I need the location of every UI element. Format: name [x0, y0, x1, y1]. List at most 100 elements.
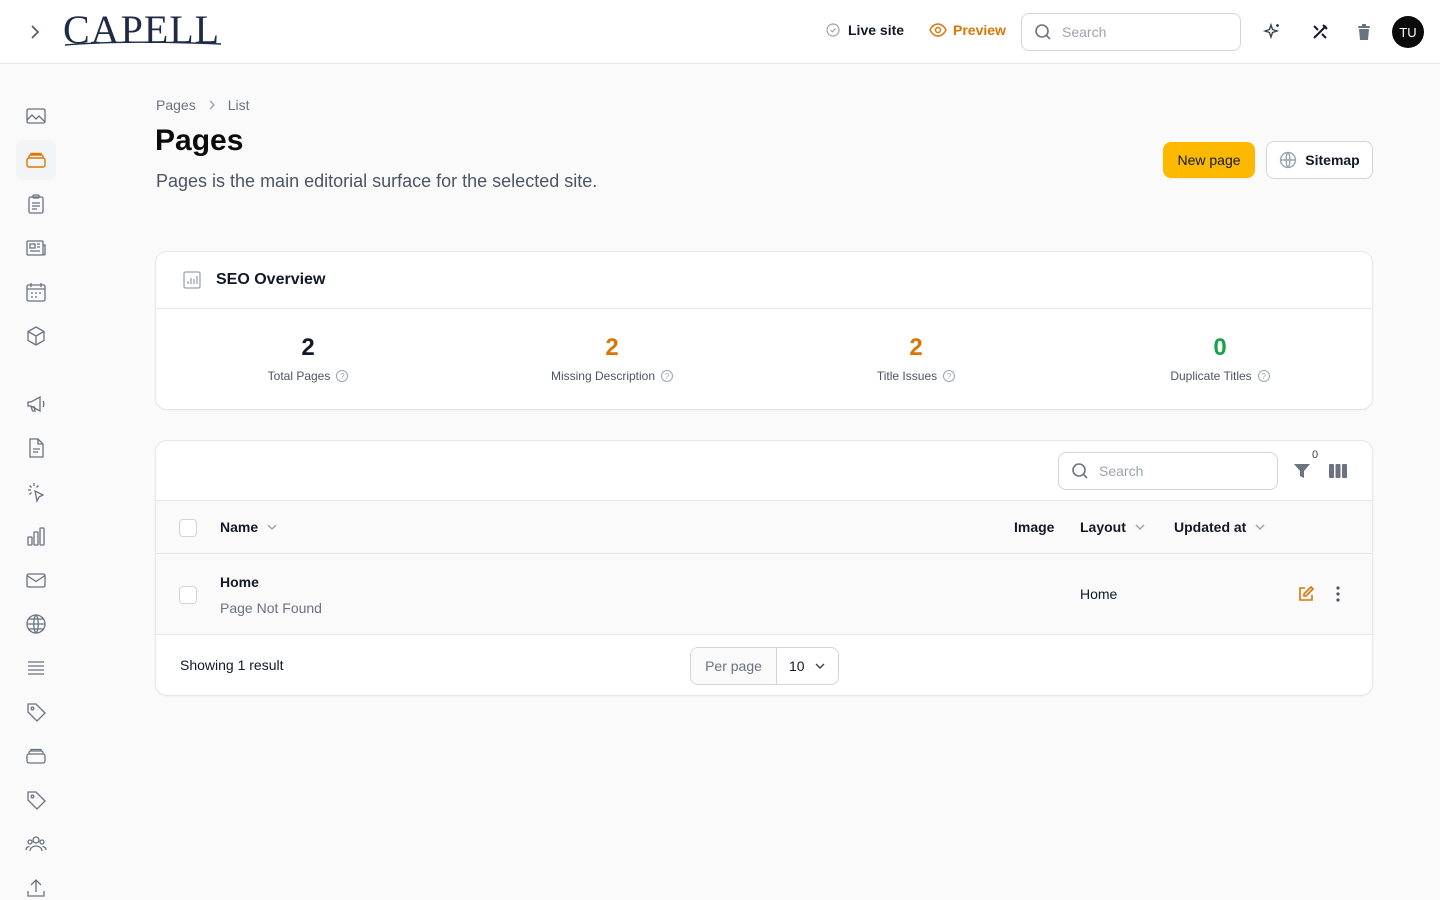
- stat-value: 2: [301, 334, 315, 361]
- page-title: Pages: [155, 124, 244, 157]
- ai-sparkles-button[interactable]: [1260, 20, 1284, 44]
- stat-value: 2: [605, 334, 619, 361]
- sitemap-button[interactable]: Sitemap: [1266, 141, 1373, 179]
- sidebar-item-articles[interactable]: [16, 228, 56, 268]
- sidebar-item-analytics[interactable]: [16, 516, 56, 556]
- sidebar-item-categories[interactable]: [16, 780, 56, 820]
- page-description: Pages is the main editorial surface for …: [156, 171, 598, 191]
- column-label: Name: [220, 519, 259, 535]
- sidebar-item-events[interactable]: [16, 272, 56, 312]
- breadcrumb-pages[interactable]: Pages: [156, 97, 196, 113]
- stat-title-issues: 2 Title Issues?: [764, 309, 1068, 409]
- per-page-value: 10: [789, 658, 805, 674]
- more-vertical-icon: [1336, 586, 1340, 602]
- tag-icon: [27, 791, 46, 810]
- sidebar-item-export[interactable]: [16, 868, 56, 900]
- live-site-link[interactable]: Live site: [826, 22, 904, 38]
- sidebar-item-documents[interactable]: [16, 428, 56, 468]
- column-header-image: Image: [1014, 519, 1054, 535]
- seo-overview-header: SEO Overview: [156, 252, 1372, 309]
- row-checkbox[interactable]: [179, 586, 197, 604]
- table-header: Name Image Layout Updated at: [156, 501, 1372, 554]
- stat-missing-description: 2 Missing Description?: [460, 309, 764, 409]
- edit-icon: [1299, 585, 1315, 601]
- sidebar-item-tags[interactable]: [16, 692, 56, 732]
- column-header-name[interactable]: Name: [220, 519, 278, 535]
- search-icon: [1035, 24, 1051, 40]
- pages-table-card: 0 Name Image Layout Updated at Home Page…: [155, 440, 1373, 696]
- sidebar-item-collections[interactable]: [16, 736, 56, 776]
- table-search-input[interactable]: [1099, 463, 1249, 479]
- sidebar-item-media[interactable]: [16, 96, 56, 136]
- sidebar-item-forms[interactable]: [16, 184, 56, 224]
- calendar-icon: [26, 283, 46, 302]
- sidebar-item-campaigns[interactable]: [16, 384, 56, 424]
- stat-duplicate-titles: 0 Duplicate Titles?: [1068, 309, 1372, 409]
- columns-toggle-button[interactable]: [1326, 459, 1350, 483]
- row-actions-button[interactable]: [1328, 584, 1348, 604]
- sidebar-item-mail[interactable]: [16, 560, 56, 600]
- sparkles-icon: [1262, 22, 1280, 40]
- wrench-screwdriver-icon: [1313, 24, 1328, 39]
- trash-button[interactable]: [1352, 20, 1376, 44]
- stat-label: Duplicate Titles: [1170, 369, 1252, 383]
- preview-link[interactable]: Preview: [929, 22, 1006, 38]
- column-header-updated-at[interactable]: Updated at: [1174, 519, 1266, 535]
- stat-label: Title Issues: [876, 369, 938, 383]
- stack-icon: [26, 152, 46, 168]
- trash-icon: [1358, 24, 1370, 40]
- column-label: Layout: [1080, 519, 1126, 535]
- chart-icon: [183, 271, 201, 289]
- sidebar-item-sites[interactable]: [16, 604, 56, 644]
- stat-value: 2: [909, 334, 923, 361]
- per-page-select[interactable]: 10: [777, 648, 838, 684]
- upload-icon: [27, 879, 45, 897]
- envelope-icon: [26, 573, 46, 588]
- stat-value: 0: [1213, 334, 1227, 361]
- check-circle-icon: [826, 23, 840, 37]
- breadcrumb-list: List: [227, 97, 250, 113]
- logo-swoosh: [64, 41, 222, 46]
- help-icon[interactable]: ?: [1257, 370, 1270, 382]
- column-header-layout[interactable]: Layout: [1080, 519, 1146, 535]
- row-subtitle: Page Not Found: [220, 600, 322, 616]
- chevron-down-icon: [267, 524, 277, 530]
- list-icon: [28, 661, 44, 675]
- newspaper-icon: [26, 240, 46, 256]
- help-icon[interactable]: ?: [661, 370, 674, 382]
- table-footer: Showing 1 result Per page 10: [156, 636, 1372, 695]
- stat-total-pages: 2 Total Pages?: [156, 309, 460, 409]
- table-row[interactable]: Home Page Not Found Home: [156, 554, 1372, 635]
- chevron-down-icon: [815, 663, 825, 669]
- topbar: CAPELL Live site Preview TU: [0, 0, 1440, 64]
- sidebar-item-menus[interactable]: [16, 648, 56, 688]
- search-icon: [1072, 463, 1088, 479]
- results-count: Showing 1 result: [180, 657, 284, 673]
- filter-button[interactable]: [1290, 459, 1314, 483]
- help-icon[interactable]: ?: [943, 370, 956, 382]
- sidebar-toggle-button[interactable]: [22, 20, 46, 44]
- preview-label: Preview: [953, 22, 1006, 38]
- row-name[interactable]: Home: [220, 574, 259, 590]
- tools-button[interactable]: [1308, 20, 1332, 44]
- per-page-control: Per page 10: [690, 647, 839, 685]
- sidebar-item-pages[interactable]: [16, 140, 56, 180]
- clipboard-icon: [28, 194, 44, 214]
- user-avatar[interactable]: TU: [1392, 16, 1424, 48]
- global-search[interactable]: [1021, 13, 1241, 51]
- sidebar-item-interactions[interactable]: [16, 472, 56, 512]
- select-all-checkbox[interactable]: [179, 519, 197, 537]
- sidebar-item-users[interactable]: [16, 824, 56, 864]
- sidebar-item-blocks[interactable]: [16, 316, 56, 356]
- table-search[interactable]: [1058, 452, 1278, 490]
- per-page-label: Per page: [691, 648, 777, 684]
- table-toolbar: 0: [156, 441, 1372, 501]
- breadcrumb: Pages List: [156, 97, 250, 113]
- cube-icon: [27, 326, 45, 346]
- edit-button[interactable]: [1296, 584, 1316, 604]
- column-label: Image: [1014, 519, 1055, 535]
- new-page-button[interactable]: New page: [1163, 142, 1255, 178]
- global-search-input[interactable]: [1062, 24, 1212, 40]
- help-icon[interactable]: ?: [336, 370, 349, 382]
- columns-icon: [1329, 464, 1347, 478]
